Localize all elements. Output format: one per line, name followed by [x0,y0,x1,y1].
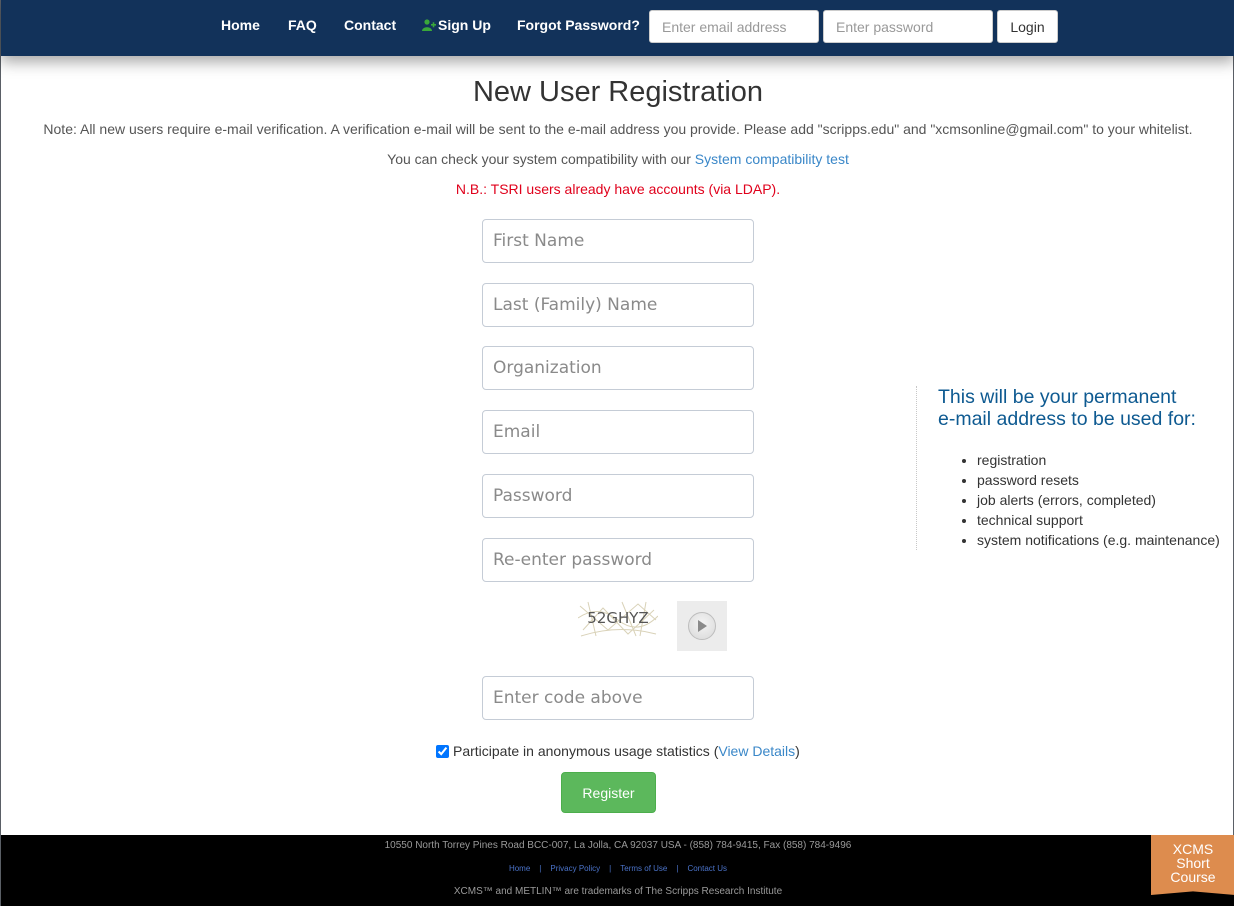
info-heading-line1: This will be your permanent [938,386,1177,408]
usage-stats-checkbox[interactable] [436,745,449,758]
nav-contact-link[interactable]: Contact [344,17,396,33]
email-usage-info-panel: This will be your permanent e-mail addre… [916,386,1234,550]
verification-note: Note: All new users require e-mail verif… [43,121,1193,137]
play-icon [698,620,707,632]
list-item: password resets [977,470,1220,490]
user-plus-icon [422,19,436,31]
nav-signup-link[interactable]: Sign Up [422,17,491,33]
footer-separator: | [539,864,542,873]
footer: 10550 North Torrey Pines Road BCC-007, L… [1,835,1234,906]
list-item: technical support [977,510,1220,530]
email-input[interactable] [482,410,754,454]
captcha-audio-button[interactable] [677,601,727,651]
list-item: registration [977,450,1220,470]
info-heading: This will be your permanent e-mail addre… [938,386,1228,430]
captcha-image: 52GHYZ [578,601,658,637]
footer-contact-link[interactable]: Contact Us [687,864,727,873]
nav-forgot-password-link[interactable]: Forgot Password? [517,17,640,33]
footer-home-link[interactable]: Home [509,864,530,873]
nav-faq-link[interactable]: FAQ [288,17,317,33]
organization-input[interactable] [482,346,754,390]
top-navbar: Home FAQ Contact Sign Up Forgot Password… [1,0,1234,56]
email-usage-list: registration password resets job alerts … [937,450,1220,550]
footer-address: 10550 North Torrey Pines Road BCC-007, L… [384,840,852,851]
consent-label: Participate in anonymous usage statistic… [453,743,719,759]
login-button[interactable]: Login [997,10,1058,43]
footer-links: Home | Privacy Policy | Terms of Use | Contact… [1,864,1234,873]
compatibility-note: You can check your system compatibility … [1,151,1234,167]
captcha-code-input[interactable] [482,676,754,720]
xcms-short-course-ribbon[interactable]: XCMS Short Course [1151,835,1234,895]
compatibility-test-link[interactable]: System compatibility test [695,151,849,167]
register-button[interactable]: Register [561,772,656,813]
list-item: system notifications (e.g. maintenance) [977,530,1220,550]
reenter-password-input[interactable] [482,538,754,582]
footer-separator: | [609,864,612,873]
password-input[interactable] [482,474,754,518]
footer-trademark: XCMS™ and METLIN™ are trademarks of The … [453,886,783,897]
consent-suffix: ) [795,743,800,759]
page-title: New User Registration [472,76,764,108]
login-password-input[interactable] [823,10,993,43]
footer-terms-link[interactable]: Terms of Use [620,864,667,873]
captcha-text: 52GHYZ [587,609,648,627]
nav-home-link[interactable]: Home [221,17,260,33]
ribbon-line3: Course [1170,869,1216,885]
tsri-note: N.B.: TSRI users already have accounts (… [455,181,781,197]
last-name-input[interactable] [482,283,754,327]
list-item: job alerts (errors, completed) [977,490,1220,510]
login-email-input[interactable] [649,10,819,43]
nav-signup-label: Sign Up [438,17,491,33]
usage-stats-consent: Participate in anonymous usage statistic… [436,743,800,759]
info-heading-line2: e-mail address to be used for: [938,408,1196,430]
view-details-link[interactable]: View Details [718,743,795,759]
first-name-input[interactable] [482,219,754,263]
compatibility-prefix: You can check your system compatibility … [387,151,695,167]
footer-privacy-link[interactable]: Privacy Policy [550,864,600,873]
footer-separator: | [676,864,679,873]
